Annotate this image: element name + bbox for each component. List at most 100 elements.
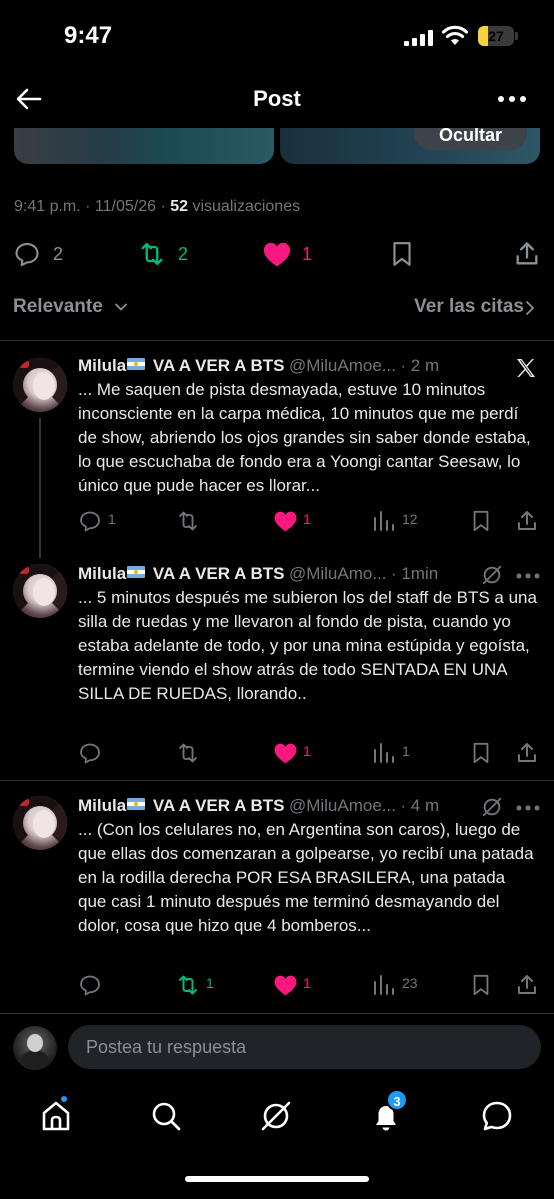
author-name[interactable]: Milula <box>78 796 126 815</box>
avatar[interactable] <box>13 564 67 618</box>
views-button[interactable]: 23 <box>372 971 432 997</box>
reply-button[interactable]: 1 <box>78 507 128 533</box>
bookmark-icon[interactable] <box>470 741 492 765</box>
views-count: 12 <box>402 511 418 527</box>
repost-button[interactable]: 1 <box>176 971 226 997</box>
post-actions: 1 1 23 <box>78 971 548 997</box>
views-count: 23 <box>402 975 418 991</box>
post-time: · 1min <box>390 564 439 583</box>
media-image-1[interactable] <box>14 128 274 164</box>
cellular-signal-icon <box>404 30 434 46</box>
divider <box>0 780 554 781</box>
reply-input[interactable] <box>68 1025 541 1069</box>
like-button[interactable]: 1 <box>262 236 322 272</box>
tab-search[interactable] <box>146 1096 186 1136</box>
status-time: 9:47 <box>64 22 113 49</box>
share-icon[interactable] <box>515 973 539 997</box>
search-icon <box>152 1102 181 1131</box>
share-icon[interactable] <box>513 240 541 268</box>
analytics-icon <box>374 975 394 995</box>
repost-button[interactable] <box>176 507 226 533</box>
tab-messages[interactable] <box>477 1096 517 1136</box>
home-icon <box>42 1101 70 1131</box>
comment-icon <box>80 743 100 764</box>
author-handle[interactable]: @MiluAmo... <box>289 564 387 583</box>
reply-post[interactable]: Milula VA A VER A BTS @MiluAmo... · 1min… <box>0 564 554 774</box>
grok-icon <box>261 1101 291 1131</box>
analytics-icon <box>374 743 394 763</box>
views-count: 1 <box>402 743 410 759</box>
share-icon[interactable] <box>515 741 539 765</box>
main-post-actions: 2 2 1 <box>0 236 554 272</box>
reply-count: 2 <box>53 244 64 264</box>
author-name-suffix[interactable]: VA A VER A BTS <box>148 796 285 815</box>
repost-icon <box>179 975 197 995</box>
view-quotes-link[interactable]: Ver las citas <box>414 296 524 318</box>
author-handle[interactable]: @MiluAmoe... <box>289 356 396 375</box>
sort-relevant-label: Relevante <box>13 296 103 317</box>
post-header: Milula VA A VER A BTS @MiluAmo... · 1min <box>78 564 548 586</box>
argentina-flag-icon <box>127 798 146 810</box>
share-icon[interactable] <box>515 509 539 533</box>
like-count: 1 <box>302 244 313 264</box>
replies-sort: Relevante Ver las citas <box>0 296 554 322</box>
views-button[interactable]: 1 <box>372 739 432 765</box>
author-name-suffix[interactable]: VA A VER A BTS <box>148 564 285 583</box>
grok-icon[interactable] <box>481 796 503 818</box>
comment-icon <box>15 243 39 267</box>
chat-bubble-icon <box>482 1101 512 1131</box>
more-horizontal-icon[interactable] <box>498 96 530 104</box>
more-horizontal-icon[interactable] <box>516 573 540 579</box>
x-logo-icon <box>517 359 535 377</box>
bottom-tab-bar: 3 <box>0 1082 554 1152</box>
more-horizontal-icon[interactable] <box>516 805 540 811</box>
wifi-icon <box>441 25 469 45</box>
comment-icon <box>80 975 100 996</box>
bookmark-icon[interactable] <box>470 509 492 533</box>
divider <box>0 1013 554 1014</box>
my-avatar[interactable] <box>13 1026 57 1070</box>
reply-post[interactable]: Milula VA A VER A BTS @MiluAmoe... · 4 m… <box>0 796 554 1006</box>
reply-button[interactable] <box>78 739 128 765</box>
repost-count: 2 <box>178 244 189 264</box>
reply-composer <box>0 1018 554 1078</box>
post-timestamp: 9:41 p.m. · 11/05/26 · <box>14 198 171 215</box>
author-name[interactable]: Milula <box>78 564 126 583</box>
tab-home[interactable] <box>36 1094 76 1136</box>
divider <box>0 340 554 341</box>
post-actions: 1 1 <box>78 739 548 765</box>
like-button[interactable]: 1 <box>273 739 323 765</box>
tab-notifications[interactable]: 3 <box>366 1089 408 1136</box>
sort-relevant-button[interactable]: Relevante <box>13 296 103 318</box>
repost-button[interactable] <box>176 739 226 765</box>
author-name-suffix[interactable]: VA A VER A BTS <box>148 356 285 375</box>
views-button[interactable]: 12 <box>372 507 432 533</box>
repost-icon <box>141 242 163 266</box>
grok-icon[interactable] <box>481 564 503 586</box>
bookmark-icon[interactable] <box>470 973 492 997</box>
thread-line <box>39 418 41 558</box>
comment-icon <box>80 511 100 532</box>
post-header: Milula VA A VER A BTS @MiluAmoe... · 4 m <box>78 796 548 818</box>
home-unread-dot <box>59 1094 69 1104</box>
bookmark-icon[interactable] <box>389 240 415 268</box>
tab-grok[interactable] <box>256 1096 296 1136</box>
like-button[interactable]: 1 <box>273 971 323 997</box>
chevron-down-icon <box>115 303 127 311</box>
views-label: visualizaciones <box>188 198 301 215</box>
argentina-flag-icon <box>127 566 146 578</box>
avatar[interactable] <box>13 796 67 850</box>
notifications-badge: 3 <box>386 1089 408 1111</box>
repost-icon <box>179 511 197 531</box>
like-button[interactable]: 1 <box>273 507 323 533</box>
like-count: 1 <box>303 511 311 527</box>
repost-button[interactable]: 2 <box>138 236 198 272</box>
avatar[interactable] <box>13 358 67 412</box>
reply-button[interactable]: 2 <box>13 236 73 272</box>
author-name[interactable]: Milula <box>78 356 126 375</box>
author-handle[interactable]: @MiluAmoe... <box>289 796 396 815</box>
reply-button[interactable] <box>78 971 128 997</box>
like-count: 1 <box>303 743 311 759</box>
hide-button[interactable]: Ocultar <box>414 128 527 150</box>
reply-post[interactable]: Milula VA A VER A BTS @MiluAmoe... · 2 m… <box>0 356 554 558</box>
